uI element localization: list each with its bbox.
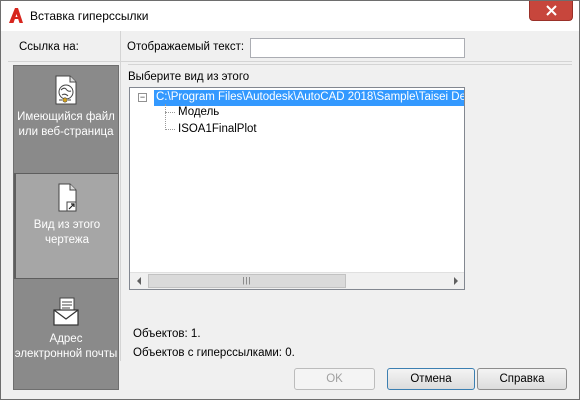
tree-connector [165, 112, 175, 113]
sidebar-item-drawing-view[interactable]: Вид из этого чертежа [14, 173, 118, 279]
horizontal-divider [8, 61, 572, 62]
panel-divider [128, 64, 572, 65]
dialog-body: Ссылка на: Имеющийся файл или веб-страни… [8, 31, 572, 393]
scroll-thumb[interactable]: ||| [148, 274, 346, 288]
sidebar-item-existing-file[interactable]: Имеющийся файл или веб-страница [14, 74, 118, 170]
horizontal-scrollbar[interactable]: ||| [130, 272, 464, 289]
sidebar-item-label: Адрес [49, 333, 83, 345]
sidebar-item-label: Вид из этого [33, 219, 101, 231]
email-icon [53, 297, 79, 326]
grip-icon: ||| [242, 276, 252, 285]
vertical-divider [120, 31, 121, 361]
tree-root-row[interactable]: − C:\Program Files\Autodesk\AutoCAD 2018… [130, 90, 464, 106]
hyperlink-dialog: Вставка гиперссылки Ссылка на: Имеющийся… [0, 0, 580, 400]
arrow-right-icon [453, 277, 458, 285]
close-button[interactable] [529, 1, 573, 21]
sidebar-item-label: Имеющийся файл [17, 111, 115, 123]
autocad-icon [9, 8, 23, 23]
objects-with-hyperlinks-count: Объектов с гиперссылками: 0. [133, 347, 295, 359]
sidebar-item-email[interactable]: Адрес электронной почты [14, 288, 118, 384]
display-text-input[interactable] [250, 38, 465, 58]
display-text-label: Отображаемый текст: [127, 41, 245, 53]
tree-item-model[interactable]: Модель [178, 105, 219, 121]
help-button[interactable]: Справка [477, 368, 567, 390]
tree-connector [165, 104, 166, 130]
link-type-sidebar: Имеющийся файл или веб-страница Вид из э… [13, 65, 119, 390]
cancel-button[interactable]: Отмена [387, 368, 475, 390]
tree-item-layout[interactable]: ISOA1FinalPlot [178, 122, 257, 138]
objects-count: Объектов: 1. [133, 328, 201, 340]
ok-button[interactable]: OK [294, 368, 375, 390]
drawing-view-icon [58, 183, 77, 212]
file-globe-icon [55, 75, 77, 105]
tree-connector [165, 129, 175, 130]
tree-root-label[interactable]: C:\Program Files\Autodesk\AutoCAD 2018\S… [154, 90, 464, 106]
window-title: Вставка гиперссылки [30, 9, 149, 23]
arrow-left-icon [136, 277, 141, 285]
scroll-left-button[interactable] [130, 273, 147, 289]
close-icon [545, 5, 557, 16]
choose-view-label: Выберите вид из этого [128, 71, 250, 83]
link-to-label: Ссылка на: [19, 41, 79, 53]
sidebar-item-label: или веб-страница [18, 126, 114, 138]
scroll-right-button[interactable] [447, 273, 464, 289]
title-bar[interactable]: Вставка гиперссылки [1, 1, 579, 31]
sidebar-item-label: чертежа [44, 234, 90, 246]
view-tree[interactable]: − C:\Program Files\Autodesk\AutoCAD 2018… [129, 87, 465, 290]
sidebar-item-label: электронной почты [14, 348, 118, 360]
collapse-toggle-icon[interactable]: − [138, 93, 147, 102]
